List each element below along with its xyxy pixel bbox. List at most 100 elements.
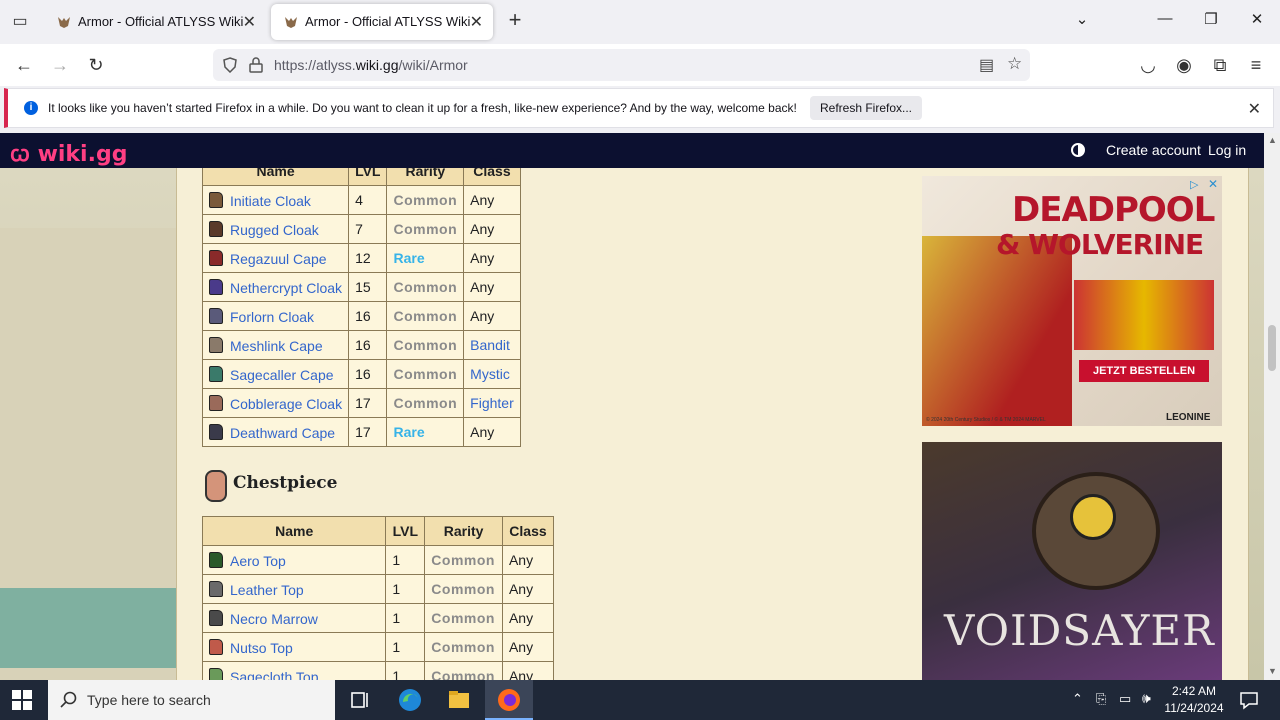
item-icon[interactable] (209, 191, 223, 208)
ad-eye-art (1070, 494, 1116, 540)
item-icon[interactable] (209, 667, 223, 680)
item-icon[interactable] (209, 394, 223, 411)
item-icon[interactable] (209, 580, 223, 597)
scroll-down-icon[interactable]: ▼ (1268, 666, 1277, 676)
new-tab-icon[interactable]: + (503, 8, 527, 32)
ad-title: VOIDSAYER (944, 606, 1215, 655)
pocket-icon[interactable]: ◡ (1137, 54, 1159, 76)
edge-browser-icon[interactable] (398, 688, 422, 712)
item-name-cell: Nutso Top (201, 632, 387, 662)
reload-icon[interactable]: ↻ (85, 54, 107, 76)
theme-toggle-icon[interactable] (1069, 141, 1087, 159)
item-class[interactable]: Fighter (463, 388, 521, 418)
back-icon[interactable]: ← (13, 54, 35, 76)
item-link[interactable]: Necro Marrow (230, 611, 318, 627)
item-icon[interactable] (209, 365, 223, 382)
item-rarity: Common (424, 603, 503, 633)
advertisement-voidsayer[interactable]: VOIDSAYER (922, 442, 1222, 680)
chevron-down-icon[interactable]: ⌄ (1070, 10, 1094, 28)
refresh-firefox-button[interactable]: Refresh Firefox... (810, 96, 922, 120)
item-level: 12 (348, 243, 388, 273)
table-row: Rugged Cloak 7 Common Any (201, 214, 521, 244)
tab-armor-2[interactable]: Armor - Official ATLYSS Wiki ✕ (271, 4, 493, 40)
item-link[interactable]: Initiate Cloak (230, 193, 311, 209)
network-icon[interactable]: ▭ (1119, 691, 1131, 707)
item-link[interactable]: Deathward Cape (230, 425, 335, 441)
item-icon[interactable] (209, 423, 223, 440)
tray-chevron-icon[interactable]: ⌃ (1072, 691, 1083, 707)
item-icon[interactable] (209, 551, 223, 568)
url-bar[interactable]: https://atlyss.wiki.gg/wiki/Armor ▤ ☆ (213, 49, 1030, 81)
menu-icon[interactable]: ≡ (1245, 54, 1267, 76)
item-rarity: Rare (386, 243, 465, 273)
item-class[interactable]: Mystic (463, 359, 521, 389)
item-icon[interactable] (209, 249, 223, 266)
forward-icon[interactable]: → (49, 54, 71, 76)
item-icon[interactable] (209, 638, 223, 655)
item-link[interactable]: Nethercrypt Cloak (230, 280, 342, 296)
scrollbar-thumb[interactable] (1268, 325, 1276, 371)
reader-view-icon[interactable]: ▤ (979, 55, 994, 75)
advertisement-deadpool[interactable]: DEADPOOL & WOLVERINE JETZT BESTELLEN LEO… (922, 176, 1222, 426)
item-link[interactable]: Meshlink Cape (230, 338, 323, 354)
item-link[interactable]: Forlorn Cloak (230, 309, 314, 325)
file-explorer-icon[interactable] (447, 688, 471, 712)
firefox-icon (498, 689, 520, 711)
tab-list-icon[interactable]: ▭ (8, 10, 32, 34)
close-icon[interactable]: ✕ (243, 12, 256, 32)
adchoices-icon[interactable]: ▷ (1190, 178, 1198, 191)
ad-close-icon[interactable]: ✕ (1208, 177, 1218, 191)
table-row: Meshlink Cape 16 Common Bandit (201, 330, 521, 360)
ad-cta-button[interactable]: JETZT BESTELLEN (1079, 360, 1209, 382)
item-class[interactable]: Bandit (463, 330, 521, 360)
meet-now-icon[interactable]: ⎘ (1096, 691, 1106, 707)
account-icon[interactable]: ◉ (1173, 54, 1195, 76)
extensions-icon[interactable]: ⧉ (1209, 54, 1231, 76)
tab-armor-1[interactable]: Armor - Official ATLYSS Wiki ✕ (44, 4, 266, 40)
item-link[interactable]: Sagecaller Cape (230, 367, 334, 383)
firefox-taskbar-button[interactable] (485, 680, 533, 720)
restore-icon[interactable]: ❐ (1199, 10, 1223, 28)
table-row: Regazuul Cape 12 Rare Any (201, 243, 521, 273)
item-link[interactable]: Cobblerage Cloak (230, 396, 342, 412)
item-rarity: Common (386, 388, 465, 418)
item-icon[interactable] (209, 307, 223, 324)
item-icon[interactable] (209, 278, 223, 295)
item-level: 4 (348, 185, 388, 215)
notifications-icon[interactable] (1237, 688, 1261, 712)
task-view-icon[interactable] (349, 688, 373, 712)
shield-icon[interactable] (222, 57, 238, 73)
item-link[interactable]: Sagecloth Top (230, 669, 318, 681)
volume-icon[interactable]: 🕪 (1142, 690, 1151, 707)
create-account-link[interactable]: Create account (1106, 142, 1201, 158)
window-close-icon[interactable]: ✕ (1245, 10, 1269, 28)
item-icon[interactable] (209, 220, 223, 237)
windows-start-icon[interactable] (12, 690, 32, 710)
lock-icon[interactable] (249, 57, 263, 73)
item-icon[interactable] (209, 336, 223, 353)
item-link[interactable]: Rugged Cloak (230, 222, 319, 238)
table-row: Necro Marrow 1 Common Any (201, 603, 555, 633)
minimize-icon[interactable]: — (1153, 10, 1177, 27)
clock[interactable]: 2:42 AM 11/24/2024 (1163, 684, 1225, 715)
taskbar-search[interactable]: Type here to search (48, 680, 335, 720)
url-text[interactable]: https://atlyss.wiki.gg/wiki/Armor (274, 57, 468, 73)
tab-title: Armor - Official ATLYSS Wiki (305, 14, 471, 29)
item-icon[interactable] (209, 609, 223, 626)
close-icon[interactable]: ✕ (1248, 99, 1261, 119)
ad-title-line2: & WOLVERINE (996, 228, 1204, 261)
close-icon[interactable]: ✕ (470, 12, 483, 32)
column-header: Rarity (424, 516, 503, 546)
item-level: 16 (348, 359, 388, 389)
column-header: Name (201, 168, 350, 186)
item-link[interactable]: Leather Top (230, 582, 304, 598)
scroll-up-icon[interactable]: ▲ (1268, 135, 1277, 145)
bookmark-star-icon[interactable]: ☆ (1007, 54, 1022, 74)
wiki-logo[interactable]: ꞷ wiki.gg (10, 138, 127, 168)
item-link[interactable]: Nutso Top (230, 640, 293, 656)
item-link[interactable]: Aero Top (230, 553, 286, 569)
item-name-cell: Rugged Cloak (201, 214, 350, 244)
page-scrollbar[interactable]: ▲ ▼ (1264, 133, 1280, 680)
log-in-link[interactable]: Log in (1208, 142, 1246, 158)
item-link[interactable]: Regazuul Cape (230, 251, 327, 267)
